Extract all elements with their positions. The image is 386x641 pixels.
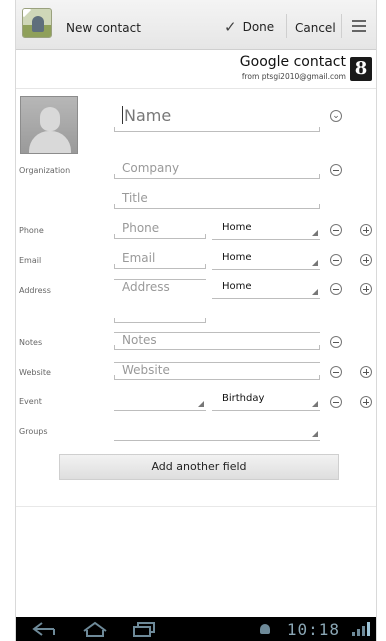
check-icon: ✓ [224, 18, 237, 36]
name-field[interactable]: Name [114, 106, 320, 132]
title-field[interactable]: Title [114, 191, 320, 209]
add-icon[interactable] [360, 283, 372, 295]
remove-icon[interactable] [330, 336, 342, 348]
account-header: Google contact from ptsgi2010@gmail.com … [16, 51, 376, 89]
add-icon[interactable] [360, 254, 372, 266]
email-placeholder: Email [122, 251, 156, 265]
website-field[interactable]: Website [114, 362, 320, 380]
phone-type-select[interactable]: Home [212, 222, 320, 240]
screen: New contact ✓ Done Cancel Google contact… [16, 0, 376, 641]
organization-label: Organization [19, 166, 71, 175]
action-bar: New contact ✓ Done Cancel [16, 0, 376, 50]
phone-type-value: Home [222, 222, 252, 233]
address-field[interactable]: Address [114, 279, 206, 323]
add-icon[interactable] [360, 366, 372, 378]
title-placeholder: Title [122, 191, 148, 205]
remove-icon[interactable] [330, 366, 342, 378]
device-frame-left [0, 0, 16, 641]
system-bar: 10:18 [16, 617, 376, 641]
groups-select[interactable] [114, 423, 320, 441]
add-another-field-button[interactable]: Add another field [59, 454, 339, 480]
home-icon[interactable] [82, 621, 108, 637]
email-field[interactable]: Email [114, 251, 206, 269]
event-type-value: Birthday [222, 393, 265, 404]
groups-label: Groups [19, 427, 48, 436]
remove-icon[interactable] [330, 396, 342, 408]
done-label: Done [242, 20, 275, 34]
action-bar-title: New contact [66, 21, 141, 35]
email-type-select[interactable]: Home [212, 252, 320, 270]
clock: 10:18 [286, 620, 340, 639]
address-placeholder: Address [122, 280, 170, 294]
event-label: Event [19, 397, 42, 406]
event-date-select[interactable] [114, 393, 206, 411]
remove-icon[interactable] [330, 254, 342, 266]
phone-label: Phone [19, 226, 44, 235]
notes-field[interactable]: Notes [114, 332, 320, 350]
separator [341, 14, 342, 38]
text-cursor [122, 106, 123, 124]
company-field[interactable]: Company [114, 161, 320, 179]
website-label: Website [19, 368, 51, 377]
address-type-select[interactable]: Home [212, 281, 320, 299]
separator [286, 14, 287, 38]
remove-icon[interactable] [330, 164, 342, 176]
cancel-button[interactable]: Cancel [295, 21, 336, 35]
address-type-value: Home [222, 281, 252, 292]
remove-icon[interactable] [330, 283, 342, 295]
email-type-value: Home [222, 252, 252, 263]
account-type: Google contact [239, 54, 346, 70]
device-frame-right [376, 0, 386, 641]
add-icon[interactable] [360, 224, 372, 236]
remove-icon[interactable] [330, 224, 342, 236]
notes-label: Notes [19, 338, 43, 347]
email-label: Email [19, 256, 42, 265]
done-button[interactable]: ✓ Done [224, 16, 274, 38]
add-icon[interactable] [360, 396, 372, 408]
contact-app-icon[interactable] [22, 8, 52, 38]
company-placeholder: Company [122, 161, 180, 175]
divider [16, 506, 376, 507]
phone-placeholder: Phone [122, 221, 160, 235]
menu-icon[interactable] [352, 20, 366, 34]
android-icon [260, 624, 270, 634]
address-label: Address [19, 286, 51, 295]
name-placeholder: Name [124, 106, 172, 125]
notes-placeholder: Notes [122, 333, 157, 347]
account-email: from ptsgi2010@gmail.com [241, 72, 346, 81]
google-logo-icon: 8 [350, 57, 372, 81]
expand-icon[interactable]: ⌄ [330, 110, 342, 122]
event-type-select[interactable]: Birthday [212, 393, 320, 411]
recent-apps-icon[interactable] [132, 621, 156, 637]
phone-field[interactable]: Phone [114, 221, 206, 239]
contact-photo[interactable] [20, 96, 78, 154]
back-icon[interactable] [32, 621, 58, 637]
website-placeholder: Website [122, 363, 170, 377]
signal-icon [352, 622, 370, 636]
